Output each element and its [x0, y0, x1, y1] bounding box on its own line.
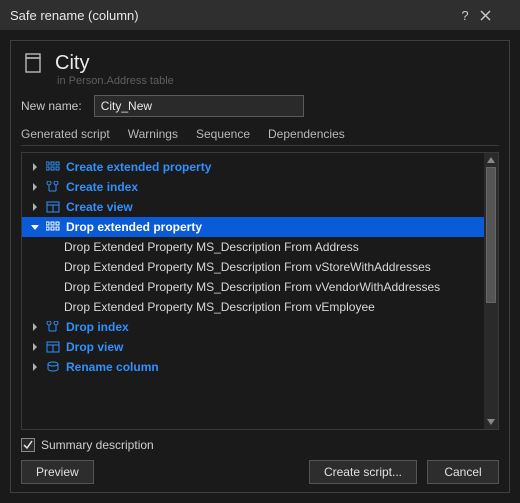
close-button[interactable]	[480, 10, 510, 21]
tree-node-label: Rename column	[66, 360, 159, 374]
tree-node-label: Drop extended property	[66, 220, 202, 234]
object-header: City	[21, 51, 499, 75]
preview-button[interactable]: Preview	[21, 460, 94, 484]
check-icon	[23, 440, 33, 450]
scroll-down-button[interactable]	[484, 415, 498, 429]
tree-node-rename-column[interactable]: Rename column	[22, 357, 498, 377]
sequence-tree-container: Create extended property Create index	[21, 152, 499, 430]
tab-generated-script[interactable]: Generated script	[21, 127, 110, 141]
view-icon	[46, 200, 60, 214]
tree-child-item[interactable]: Drop Extended Property MS_Description Fr…	[22, 297, 498, 317]
tree-node-drop-index[interactable]: Drop index	[22, 317, 498, 337]
expander-icon[interactable]	[30, 322, 40, 332]
tree-node-label: Create view	[66, 200, 133, 214]
expander-icon[interactable]	[30, 182, 40, 192]
tree-node-label: Drop index	[66, 320, 129, 334]
sequence-tree: Create extended property Create index	[22, 153, 498, 381]
title-bar: Safe rename (column) ?	[0, 0, 520, 30]
tree-child-item[interactable]: Drop Extended Property MS_Description Fr…	[22, 237, 498, 257]
tree-node-label: Create extended property	[66, 160, 211, 174]
column-icon	[21, 51, 45, 75]
expander-icon[interactable]	[30, 222, 40, 232]
expander-icon[interactable]	[30, 162, 40, 172]
tree-node-create-index[interactable]: Create index	[22, 177, 498, 197]
tree-node-create-extended-property[interactable]: Create extended property	[22, 157, 498, 177]
tab-warnings[interactable]: Warnings	[128, 127, 178, 141]
window-title: Safe rename (column)	[10, 8, 139, 23]
object-context: in Person.Address table	[57, 75, 499, 87]
summary-checkbox-row[interactable]: Summary description	[21, 438, 499, 452]
tree-node-drop-view[interactable]: Drop view	[22, 337, 498, 357]
tree-child-item[interactable]: Drop Extended Property MS_Description Fr…	[22, 277, 498, 297]
index-icon	[46, 320, 60, 334]
view-icon	[46, 340, 60, 354]
tab-bar: Generated script Warnings Sequence Depen…	[21, 127, 499, 146]
dialog-footer: Summary description Preview Create scrip…	[21, 438, 499, 484]
new-name-input[interactable]	[94, 95, 304, 117]
create-script-button[interactable]: Create script...	[309, 460, 417, 484]
dialog-body: City in Person.Address table New name: G…	[10, 40, 510, 493]
summary-checkbox-label: Summary description	[41, 438, 154, 452]
property-icon	[46, 160, 60, 174]
tree-node-label: Drop view	[66, 340, 123, 354]
tree-node-create-view[interactable]: Create view	[22, 197, 498, 217]
scroll-track[interactable]	[484, 167, 498, 415]
vertical-scrollbar[interactable]	[484, 153, 498, 429]
tab-sequence[interactable]: Sequence	[196, 127, 250, 141]
scroll-up-button[interactable]	[484, 153, 498, 167]
tree-child-item[interactable]: Drop Extended Property MS_Description Fr…	[22, 257, 498, 277]
expander-icon[interactable]	[30, 202, 40, 212]
column-icon	[46, 360, 60, 374]
scroll-thumb[interactable]	[486, 167, 496, 303]
tree-node-drop-extended-property[interactable]: Drop extended property	[22, 217, 498, 237]
summary-checkbox[interactable]	[21, 438, 35, 452]
property-icon	[46, 220, 60, 234]
new-name-label: New name:	[21, 99, 82, 113]
object-name: City	[55, 52, 89, 75]
new-name-row: New name:	[21, 95, 499, 117]
help-button[interactable]: ?	[450, 8, 480, 23]
expander-icon[interactable]	[30, 342, 40, 352]
cancel-button[interactable]: Cancel	[427, 460, 499, 484]
tab-dependencies[interactable]: Dependencies	[268, 127, 345, 141]
tree-node-label: Create index	[66, 180, 138, 194]
close-icon	[480, 10, 491, 21]
button-row: Preview Create script... Cancel	[21, 460, 499, 484]
expander-icon[interactable]	[30, 362, 40, 372]
index-icon	[46, 180, 60, 194]
